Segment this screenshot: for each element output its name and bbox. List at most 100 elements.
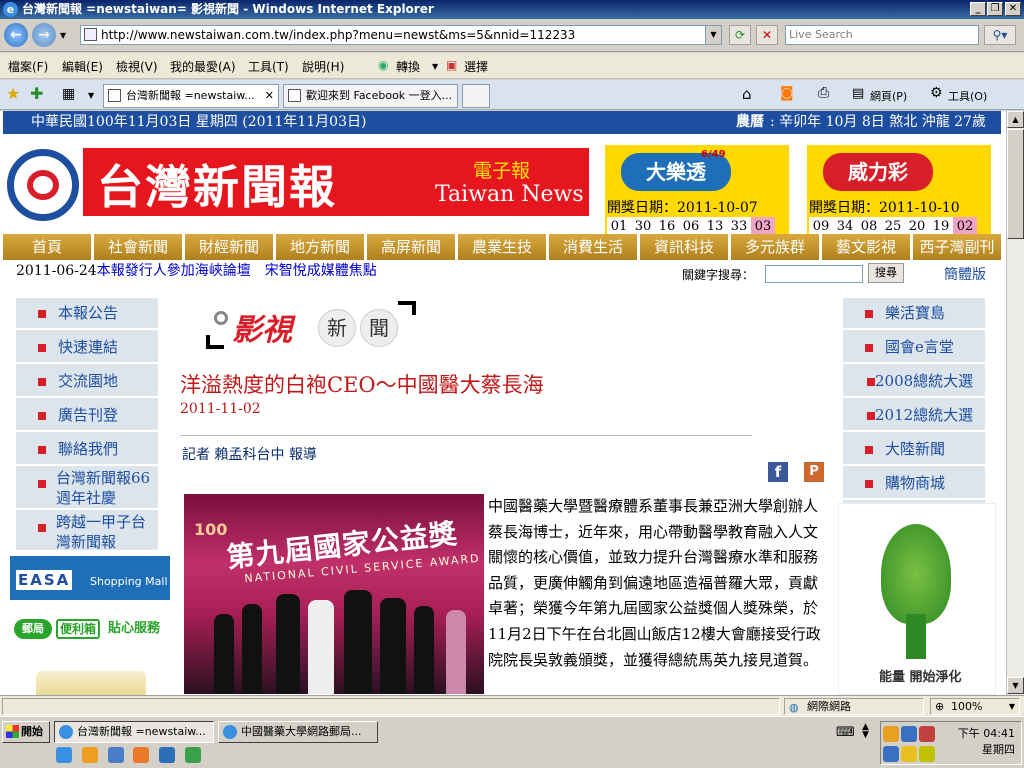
- tray-icon[interactable]: [919, 726, 935, 742]
- new-tab-button[interactable]: [462, 84, 490, 108]
- favorites-star-icon[interactable]: ★: [6, 84, 20, 103]
- nav-consumer[interactable]: 消費生活: [549, 234, 640, 260]
- menu-view[interactable]: 檢視(V): [116, 58, 158, 75]
- right-nav-item[interactable]: 購物商城: [843, 468, 985, 500]
- left-nav-item[interactable]: 跨越一甲子台灣新聞報: [16, 512, 158, 554]
- messenger-quicklaunch-icon[interactable]: [133, 747, 150, 763]
- nav-agriculture[interactable]: 農業生技: [458, 234, 549, 260]
- tray-icon[interactable]: [883, 726, 899, 742]
- toolbar-expand-icon[interactable]: ▲ ▼: [862, 723, 869, 740]
- word-quicklaunch-icon[interactable]: [159, 747, 176, 763]
- right-nav-item[interactable]: 2008總統大選: [843, 366, 985, 398]
- tools-menu[interactable]: 工具(O): [948, 88, 987, 104]
- stop-button[interactable]: ✕: [756, 25, 778, 45]
- nav-home[interactable]: 首頁: [3, 234, 94, 260]
- keyword-search-button[interactable]: 搜尋: [868, 263, 904, 283]
- lotto-box-1[interactable]: 大樂透 6/49 開獎日期：2011-10-07 01 30 16 06 13 …: [605, 145, 789, 238]
- minimize-button[interactable]: _: [970, 2, 986, 16]
- translate-button[interactable]: 轉換: [396, 58, 420, 75]
- menu-help[interactable]: 說明(H): [302, 58, 344, 75]
- back-button[interactable]: ←: [4, 23, 28, 47]
- tab-newstaiwan[interactable]: 台灣新聞報 =newstaiw... ✕: [103, 84, 279, 108]
- start-button[interactable]: 開始: [2, 721, 50, 743]
- post-office-ad[interactable]: 郵局 便利箱 貼心服務: [10, 613, 170, 647]
- tab-list-dropdown-icon[interactable]: ▼: [88, 91, 94, 100]
- home-icon[interactable]: ⌂: [742, 85, 752, 103]
- add-favorites-icon[interactable]: ✚: [30, 84, 43, 103]
- history-dropdown-icon[interactable]: ▼: [60, 31, 66, 40]
- url-field[interactable]: http://www.newstaiwan.com.tw/index.php?m…: [80, 25, 722, 45]
- tray-icon[interactable]: [919, 746, 935, 762]
- refresh-button[interactable]: ⟳: [729, 25, 751, 45]
- keyword-input[interactable]: [765, 265, 863, 283]
- url-dropdown-icon[interactable]: ▼: [705, 26, 721, 44]
- ie-quicklaunch-icon[interactable]: [56, 747, 72, 763]
- section-header-film-news: 影視 新 聞: [206, 301, 416, 353]
- nav-kaoping[interactable]: 高屏新聞: [367, 234, 458, 260]
- search-icon[interactable]: ⚲▾: [984, 25, 1016, 45]
- page-menu[interactable]: 網頁(P): [870, 88, 907, 104]
- scroll-down-icon[interactable]: ▼: [1007, 677, 1024, 694]
- facebook-share-icon[interactable]: f: [768, 462, 788, 482]
- security-zone[interactable]: ◍ 網際網路: [784, 698, 924, 715]
- nav-finance[interactable]: 財經新聞: [185, 234, 276, 260]
- select-button[interactable]: 選擇: [464, 58, 488, 75]
- simplified-link[interactable]: 簡體版: [944, 264, 986, 284]
- left-nav-item[interactable]: 台灣新聞報66週年社慶: [16, 468, 158, 510]
- right-nav-item[interactable]: 樂活寶島: [843, 298, 985, 330]
- plurk-share-icon[interactable]: P: [804, 462, 824, 482]
- menu-edit[interactable]: 編輯(E): [62, 58, 103, 75]
- menu-file[interactable]: 檔案(F): [8, 58, 48, 75]
- tray-icon[interactable]: [901, 746, 917, 762]
- zoom-dropdown-icon[interactable]: ▼: [1009, 699, 1015, 714]
- right-nav-item[interactable]: 大陸新聞: [843, 434, 985, 466]
- tab-close-icon[interactable]: ✕: [265, 85, 274, 107]
- scroll-up-icon[interactable]: ▲: [1007, 111, 1024, 128]
- maximize-button[interactable]: ❐: [987, 2, 1003, 16]
- nav-ethnic[interactable]: 多元族群: [731, 234, 822, 260]
- left-nav-item[interactable]: 聯絡我們: [16, 434, 158, 466]
- desktop-quicklaunch-icon[interactable]: [185, 747, 202, 763]
- outlook-quicklaunch-icon[interactable]: [107, 747, 124, 763]
- left-nav-item[interactable]: 交流園地: [16, 366, 158, 398]
- taskbar-item-cmu-mail[interactable]: 中國醫藥大學網路郵局...: [218, 721, 378, 743]
- tray-icon[interactable]: [901, 726, 917, 742]
- quick-tabs-icon[interactable]: ▦: [62, 86, 75, 102]
- nav-society[interactable]: 社會新聞: [94, 234, 185, 260]
- vertical-scrollbar[interactable]: ▲ ▼: [1006, 111, 1024, 695]
- nav-local[interactable]: 地方新聞: [276, 234, 367, 260]
- feeds-icon[interactable]: ◙: [780, 85, 794, 101]
- easa-ad[interactable]: EASA Shopping Mall: [10, 556, 170, 600]
- nav-tech[interactable]: 資訊科技: [640, 234, 731, 260]
- nav-arts[interactable]: 藝文影視: [822, 234, 913, 260]
- news-ticker[interactable]: 2011-06-24本報發行人參加海峽論壇 宋智悅成媒體焦點: [16, 260, 436, 276]
- menu-favorites[interactable]: 我的最愛(A): [170, 58, 236, 75]
- right-nav-item[interactable]: 2012總統大選: [843, 400, 985, 432]
- left-nav-item[interactable]: 廣告刊登: [16, 400, 158, 432]
- menu-tools[interactable]: 工具(T): [248, 58, 289, 75]
- banner-title: 台灣新聞報: [97, 160, 337, 214]
- media-quicklaunch-icon[interactable]: [81, 747, 98, 763]
- left-ad-image[interactable]: [36, 671, 146, 695]
- site-banner[interactable]: 台灣新聞報 電子報 Taiwan News: [83, 148, 589, 216]
- right-nav-item[interactable]: 國會e言堂: [843, 332, 985, 364]
- taskbar-item-newstaiwan[interactable]: 台灣新聞報 =newstaiw...: [54, 721, 214, 743]
- keyboard-icon[interactable]: ⌨: [836, 725, 855, 740]
- clock[interactable]: 下午 04:41 星期四: [958, 726, 1015, 758]
- clock-day: 星期四: [982, 743, 1015, 756]
- nav-supplement[interactable]: 西子灣副刊: [913, 234, 1001, 260]
- green-energy-ad[interactable]: 能量 開始淨化: [838, 503, 996, 695]
- newspaper-logo-icon[interactable]: [7, 149, 79, 221]
- zoom-level[interactable]: ⊕ 100% ▼: [930, 698, 1020, 715]
- close-button[interactable]: ✕: [1005, 2, 1021, 16]
- lotto-box-2[interactable]: 威力彩 開獎日期：2011-10-10 09 34 08 25 20 19 02: [807, 145, 991, 238]
- forward-button[interactable]: →: [32, 23, 56, 47]
- tray-icon[interactable]: [883, 746, 899, 762]
- scroll-thumb[interactable]: [1007, 129, 1024, 239]
- print-icon[interactable]: ⎙: [818, 85, 829, 101]
- left-nav-item[interactable]: 快速連結: [16, 332, 158, 364]
- tab-facebook[interactable]: 歡迎來到 Facebook 一登入...: [283, 84, 458, 108]
- translate-dropdown-icon[interactable]: ▼: [432, 62, 438, 71]
- live-search-input[interactable]: Live Search: [785, 25, 979, 45]
- left-nav-item[interactable]: 本報公告: [16, 298, 158, 330]
